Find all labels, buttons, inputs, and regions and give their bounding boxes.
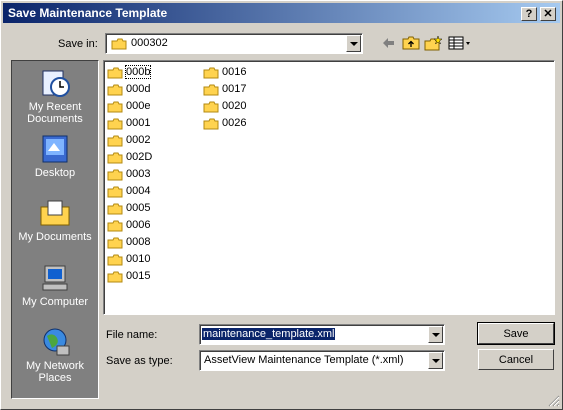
up-folder-icon[interactable]: [402, 35, 420, 51]
folder-name: 0026: [222, 117, 247, 129]
file-name-dropdown-arrow[interactable]: [428, 326, 443, 343]
folder-icon: [107, 101, 123, 113]
folder-icon: [107, 186, 123, 198]
folder-name: 0010: [126, 253, 151, 265]
folder-icon: [203, 67, 219, 79]
save-in-dropdown[interactable]: 000302: [105, 33, 363, 54]
file-name-value: maintenance_template.xml: [202, 328, 336, 340]
title-bar[interactable]: Save Maintenance Template ? ✕: [3, 3, 560, 23]
folder-name: 000d: [126, 83, 151, 95]
folder-name: 0006: [126, 219, 151, 231]
network-places-icon: [43, 328, 70, 356]
file-name-input[interactable]: maintenance_template.xml: [199, 324, 445, 345]
my-documents-icon: [40, 200, 70, 226]
place-desktop[interactable]: Desktop: [12, 133, 98, 179]
folder-icon: [107, 67, 123, 79]
dialog-title: Save Maintenance Template: [8, 6, 168, 20]
my-computer-icon: [42, 265, 68, 291]
folder-name: 002D: [126, 151, 153, 163]
help-button[interactable]: ?: [521, 7, 537, 21]
folder-icon: [107, 203, 123, 215]
recent-documents-icon: [42, 70, 70, 97]
file-name-label: File name:: [106, 329, 158, 341]
folder-name: 000e: [126, 100, 151, 112]
folder-name: 000b: [124, 65, 152, 79]
folder-icon: [203, 84, 219, 96]
place-my-computer[interactable]: My Computer: [12, 262, 98, 308]
save-dialog: Save Maintenance Template ? ✕ Save in: 0…: [0, 0, 563, 410]
folder-icon: [107, 271, 123, 283]
file-list[interactable]: 000b 000d 000e 0001 0002 002D 0003 0004 0005 0006…: [103, 60, 555, 315]
folder-icon: [203, 118, 219, 130]
folder-icon: [107, 152, 123, 164]
cancel-button[interactable]: Cancel: [478, 349, 554, 370]
place-label: My Recent Documents: [27, 101, 83, 125]
folder-name: 0020: [222, 100, 247, 112]
folder-name: 0005: [126, 202, 151, 214]
folder-icon: [107, 135, 123, 147]
place-label: My Network Places: [25, 360, 85, 384]
save-button[interactable]: Save: [477, 322, 555, 345]
place-my-documents[interactable]: My Documents: [12, 197, 98, 243]
folder-icon: [107, 118, 123, 130]
place-label: My Computer: [21, 296, 89, 308]
save-as-type-label: Save as type:: [106, 355, 173, 367]
desktop-icon: [42, 135, 68, 163]
place-my-recent-documents[interactable]: My Recent Documents: [12, 67, 98, 125]
folder-icon: [203, 101, 219, 113]
save-as-type-value: AssetView Maintenance Template (*.xml): [204, 354, 404, 366]
folder-name: 0008: [126, 236, 151, 248]
save-in-value: 000302: [131, 37, 168, 49]
folder-name: 0004: [126, 185, 151, 197]
folder-icon: [107, 220, 123, 232]
back-arrow-icon[interactable]: [380, 35, 396, 51]
save-in-label: Save in:: [58, 38, 98, 50]
new-folder-icon[interactable]: [424, 35, 442, 51]
place-my-network-places[interactable]: My Network Places: [12, 326, 98, 384]
place-label: Desktop: [34, 167, 76, 179]
close-button[interactable]: ✕: [540, 7, 556, 21]
folder-icon: [107, 84, 123, 96]
folder-icon: [111, 38, 127, 50]
save-in-dropdown-arrow[interactable]: [346, 35, 361, 52]
view-menu-icon[interactable]: [448, 35, 472, 51]
save-as-type-dropdown[interactable]: AssetView Maintenance Template (*.xml): [199, 350, 445, 371]
folder-icon: [107, 237, 123, 249]
folder-name: 0015: [126, 270, 151, 282]
folder-name: 0002: [126, 134, 151, 146]
folder-icon: [107, 169, 123, 181]
folder-name: 0003: [126, 168, 151, 180]
resize-grip-icon[interactable]: [548, 395, 560, 407]
place-label: My Documents: [18, 231, 92, 243]
folder-name: 0017: [222, 83, 247, 95]
folder-name: 0001: [126, 117, 151, 129]
folder-name: 0016: [222, 66, 247, 78]
places-bar: My Recent Documents Desktop My Documents: [11, 60, 99, 399]
folder-icon: [107, 254, 123, 266]
save-as-type-dropdown-arrow[interactable]: [428, 352, 443, 369]
